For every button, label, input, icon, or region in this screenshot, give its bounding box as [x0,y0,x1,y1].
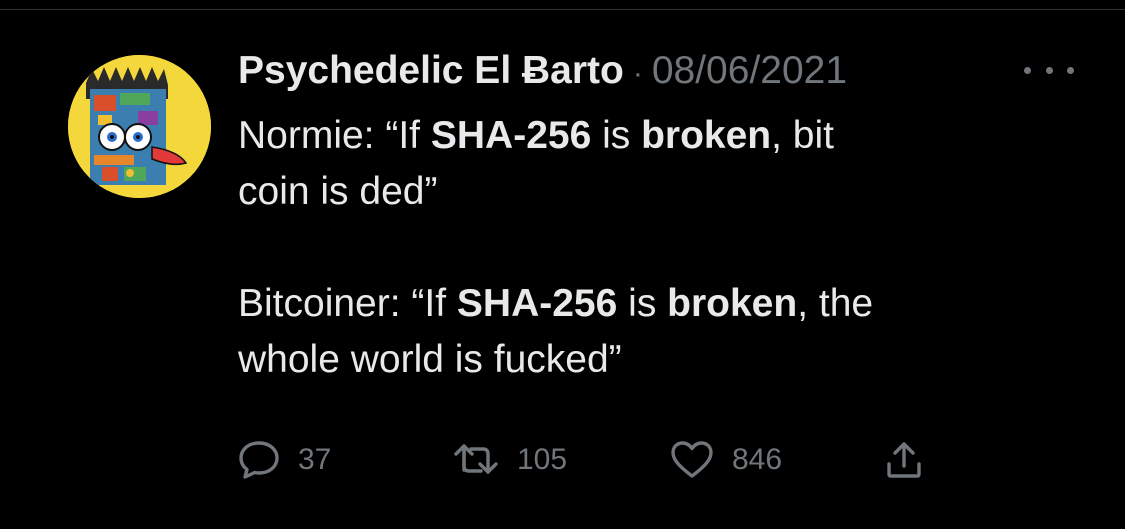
heart-icon [671,441,713,478]
action-bar: 37 105 846 [238,436,958,484]
more-icon-dot [1067,66,1074,74]
author-name[interactable]: Psychedelic El Ƀarto [238,46,624,96]
tweet-text: Normie: “If SHA-256 is broken, bit coin … [238,108,1098,388]
bold-segment: SHA-256 [430,114,592,157]
avatar[interactable] [68,55,211,198]
more-button[interactable] [1024,58,1074,82]
retweet-count: 105 [517,443,568,476]
more-icon [1024,66,1031,74]
like-count: 846 [732,443,783,476]
text-segment: Normie: “If [238,114,431,157]
tweet-header: Psychedelic El Ƀarto · 08/06/2021 [238,46,847,96]
retweet-button[interactable]: 105 [453,436,567,484]
tweet-line: coin is ded” [238,170,438,213]
text-segment: is [591,114,642,157]
retweet-icon [454,444,498,474]
top-divider [0,0,1125,10]
reply-count: 37 [298,443,332,476]
tweet-line: Normie: “If SHA-256 is broken, bit [238,108,1098,164]
text-segment: is [617,282,668,325]
reply-button[interactable]: 37 [238,436,331,484]
bold-segment: broken [667,282,798,325]
share-icon [887,442,921,478]
share-button[interactable] [883,436,925,484]
tweet-line: Bitcoiner: “If SHA-256 is broken, the [238,276,1098,332]
reply-icon [239,441,279,479]
text-segment: , the [797,282,874,325]
text-segment: , bit [771,114,835,157]
bold-segment: SHA-256 [456,282,618,325]
tweet-date[interactable]: 08/06/2021 [652,46,847,96]
separator-dot: · [632,57,643,90]
bold-segment: broken [641,114,772,157]
text-segment: Bitcoiner: “If [238,282,457,325]
like-button[interactable]: 846 [670,436,782,484]
avatar-image [68,55,211,198]
tweet-line: whole world is fucked” [238,338,622,381]
more-icon-dot [1045,66,1053,74]
